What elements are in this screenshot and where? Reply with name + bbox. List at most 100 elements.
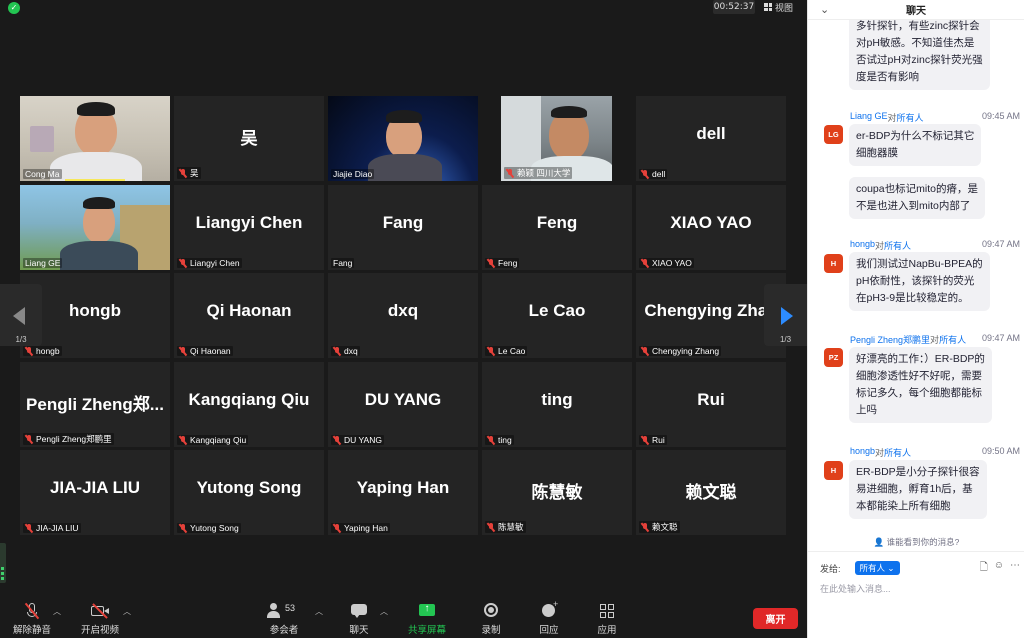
chat-message-list[interactable]: 多针探针，有些zinc探针会 对pH敏感。不知道佳杰是 否试过pH对zinc探针荧光… (808, 20, 1024, 530)
recipient-dropdown[interactable]: 所有人 ⌄ (854, 561, 900, 575)
participant-tile-lai-wencong[interactable]: 赖文聪 赖文聪 (636, 450, 786, 535)
chat-message-bubble[interactable]: 多针探针，有些zinc探针会 对pH敏感。不知道佳杰是 否试过pH对zinc探针荧光… (849, 20, 990, 90)
chat-message-line: 否试过pH对zinc探针荧光强 (856, 54, 983, 66)
participant-name: Chengying Zhang (652, 346, 720, 356)
chat-message-bubble[interactable]: er-BDP为什么不标记其它 细胞器膜 (849, 124, 982, 166)
participant-tile-feng[interactable]: Feng Feng (482, 185, 632, 270)
participant-name-label: Chengying Zhang (639, 346, 722, 356)
emoji-icon[interactable]: ☺ (994, 560, 1004, 577)
chat-avatar: LG (824, 125, 843, 144)
participants-options-caret[interactable]: ︿ (315, 606, 323, 617)
participant-tile-rui[interactable]: Rui Rui (636, 362, 786, 447)
participant-tile-dxq[interactable]: dxq dxq (328, 273, 478, 358)
participant-tile-le-cao[interactable]: Le Cao Le Cao (482, 273, 632, 358)
mic-muted-icon (25, 346, 33, 356)
chat-to-label: 对 (875, 241, 885, 251)
participant-display-name: ting (541, 390, 573, 409)
next-page-button[interactable]: 1/3 (764, 284, 807, 346)
participant-tile-qi-haonan[interactable]: Qi Haonan Qi Haonan (174, 273, 324, 358)
prev-page-button[interactable]: 1/3 (0, 284, 42, 346)
mic-muted-icon (22, 602, 42, 620)
participant-name-label: Rui (639, 435, 667, 445)
participant-tile-liang-ge[interactable]: Liang GE (20, 185, 170, 270)
participant-tile-chen-huimin[interactable]: 陈慧敏 陈慧敏 (482, 450, 632, 535)
mic-muted-icon (25, 523, 33, 533)
arrow-left-icon (13, 307, 25, 325)
chat-input[interactable]: 在此处输入消息... (820, 582, 891, 595)
chat-to-label: 对 (930, 335, 940, 345)
participant-tile-cong-ma[interactable]: Cong Ma (20, 96, 170, 181)
chat-sender[interactable]: Liang GE (850, 111, 888, 124)
mic-muted-icon (641, 169, 649, 179)
share-screen-button[interactable]: 共享屏幕 (408, 602, 446, 636)
chat-message-bubble[interactable]: 好漂亮的工作：）ER-BDP的 细胞渗透性好不好呢，需要 标记多久，每个细胞都能标上… (849, 347, 992, 423)
mic-muted-icon (487, 435, 495, 445)
reactions-button[interactable]: + 回应 (539, 599, 559, 636)
participant-name-label: hongb (23, 346, 62, 356)
chat-message-line: 在pH3-9是比较稳定的。 (856, 292, 969, 304)
chat-time: 09:50 AM (981, 446, 1020, 456)
share-screen-label: 共享屏幕 (408, 625, 447, 636)
apps-icon (597, 602, 617, 620)
chat-sender[interactable]: hongb (850, 239, 875, 252)
unmute-button[interactable]: 解除静音 (13, 602, 51, 636)
participants-count: 53 (285, 603, 296, 613)
participant-name: Feng (498, 258, 518, 268)
chat-sender[interactable]: Pengli Zheng郑鹏里 (850, 333, 930, 346)
participant-tile-kangqiang-qiu[interactable]: Kangqiang Qiu Kangqiang Qiu (174, 362, 324, 447)
participant-tile-lai-ying[interactable]: 赖颖 四川大学 (501, 96, 612, 181)
participant-name: 陈慧敏 (498, 522, 524, 532)
participant-tile-dell[interactable]: dell dell (636, 96, 786, 181)
participant-tile-jiajie-diao[interactable]: Jiajie Diao (328, 96, 478, 181)
participant-tile-ting[interactable]: ting ting (482, 362, 632, 447)
send-to-label: 发给: (820, 563, 841, 574)
participant-display-name: Pengli Zheng郑... (26, 395, 164, 414)
participant-name-label: Feng (485, 258, 520, 268)
file-icon[interactable]: 🗋 (980, 560, 988, 577)
video-options-caret[interactable]: ︿ (123, 606, 131, 617)
audio-options-caret[interactable]: ︿ (53, 606, 61, 617)
chat-message-line: 好漂亮的工作：）ER-BDP的 (856, 353, 985, 365)
participant-tile-xiao-yao[interactable]: XIAO YAO XIAO YAO (636, 185, 786, 270)
chat-sender[interactable]: hongb (850, 446, 875, 459)
view-button[interactable]: 视图 (764, 0, 793, 14)
chat-message-bubble[interactable]: ER-BDP是小分子探针很容 易进细胞，孵育1h后，基 本都能染上所有细胞 (849, 460, 987, 519)
grid-view-icon (764, 3, 772, 11)
leave-button[interactable]: 离开 (753, 608, 798, 629)
more-icon[interactable]: ⋯ (1010, 560, 1020, 577)
participant-tile-jia-jia-liu[interactable]: JIA-JIA LIU JIA-JIA LIU (20, 450, 170, 535)
side-panel-handle[interactable] (0, 543, 6, 583)
chat-button[interactable]: 聊天 (349, 602, 369, 636)
participant-display-name: 赖文聪 (685, 483, 737, 502)
participant-name: Jiajie Diao (333, 169, 373, 179)
participant-tile-yutong-song[interactable]: Yutong Song Yutong Song (174, 450, 324, 535)
apps-button[interactable]: 应用 (597, 602, 617, 636)
participant-tile-liangyi-chen[interactable]: Liangyi Chen Liangyi Chen (174, 185, 324, 270)
chat-message-bubble[interactable]: 我们测试过NapBu-BPEA的 pH依耐性，该探针的荧光 在pH3-9是比较稳定的… (849, 252, 990, 311)
camera-off-icon (90, 602, 110, 620)
collapse-chevron-icon[interactable]: ⌄ (820, 3, 829, 16)
chat-message-bubble[interactable]: coupa也标记mito的瘠，是 不是也进入到mito内部了 (849, 177, 985, 219)
participant-name-label: Cong Ma (23, 169, 62, 179)
participant-tile-fang[interactable]: Fang Fang (328, 185, 478, 270)
record-button[interactable]: 录制 (481, 602, 501, 636)
participant-name: dell (652, 169, 666, 179)
participant-name: ting (498, 435, 512, 445)
mic-muted-icon (487, 258, 495, 268)
chat-message-line: 不是也进入到mito内部了 (856, 200, 971, 212)
chat-recipient: 所有人 (896, 113, 924, 123)
participant-tile-wu[interactable]: 吴吴 (174, 96, 324, 181)
participant-display-name: Yaping Han (356, 478, 450, 497)
chat-message-header: Pengli Zheng郑鹏里对所有人 09:47 AM (850, 333, 1020, 346)
encryption-shield-icon[interactable]: ✓ (8, 2, 20, 14)
participant-display-name: Le Cao (528, 301, 586, 320)
who-can-see-link[interactable]: 👤 谁能看到你的消息? (808, 536, 1024, 548)
participant-display-name: Yutong Song (196, 478, 302, 497)
participant-tile-yaping-han[interactable]: Yaping Han Yaping Han (328, 450, 478, 535)
start-video-button[interactable]: 开启视频 (81, 602, 119, 636)
participant-tile-du-yang[interactable]: DU YANG DU YANG (328, 362, 478, 447)
participant-tile-hongb[interactable]: hongb hongb (20, 273, 170, 358)
participant-tile-pengli-zheng[interactable]: Pengli Zheng郑... Pengli Zheng郑鹏里 (20, 362, 170, 447)
chat-options-caret[interactable]: ︿ (380, 606, 388, 617)
participants-button[interactable]: 53 参会者 (266, 602, 302, 636)
